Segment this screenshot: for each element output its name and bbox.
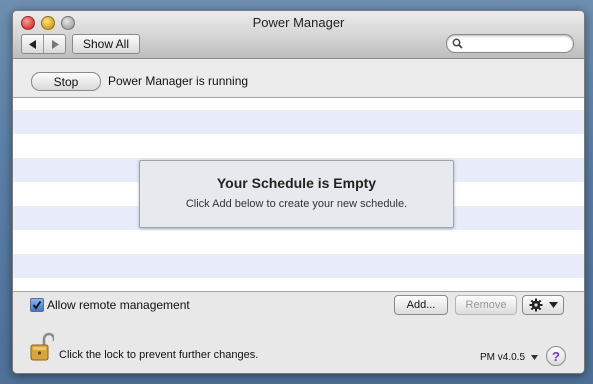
empty-schedule-panel: Your Schedule is Empty Click Add below t… [139, 160, 454, 228]
status-message: Power Manager is running [108, 74, 249, 88]
forward-button[interactable] [43, 35, 65, 53]
allow-remote-management-label[interactable]: Allow remote management [47, 298, 190, 312]
status-bar: Stop Power Manager is running [13, 59, 584, 96]
help-button[interactable]: ? [546, 346, 566, 366]
search-input[interactable] [465, 36, 565, 50]
window-title: Power Manager [252, 15, 345, 30]
checkmark-icon [32, 300, 42, 310]
forward-arrow-icon [51, 39, 59, 49]
stop-button[interactable]: Stop [31, 72, 101, 91]
chevron-down-icon [548, 302, 558, 308]
schedule-list[interactable]: Your Schedule is Empty Click Add below t… [13, 97, 584, 292]
add-button[interactable]: Add... [394, 295, 448, 315]
chevron-down-icon[interactable] [531, 355, 538, 360]
title-bar: Power Manager Show All [13, 11, 584, 59]
back-button[interactable] [22, 35, 43, 53]
search-icon [452, 38, 463, 49]
navigation-group [21, 34, 66, 54]
allow-remote-management-checkbox[interactable] [30, 298, 44, 312]
version-label[interactable]: PM v4.0.5 [480, 352, 525, 363]
action-menu-button[interactable] [522, 295, 564, 315]
back-arrow-icon [28, 39, 36, 49]
preferences-window: Power Manager Show All Stop Power Manage… [12, 10, 585, 374]
lock-icon [30, 332, 56, 361]
show-all-button[interactable]: Show All [72, 34, 140, 54]
remove-button[interactable]: Remove [455, 295, 517, 315]
empty-schedule-title: Your Schedule is Empty [216, 175, 377, 191]
gear-icon [529, 298, 542, 312]
lock-button[interactable] [30, 332, 56, 367]
footer-bar: Allow remote management Add... Remove Cl… [13, 292, 584, 373]
empty-schedule-subtitle: Click Add below to create your new sched… [185, 198, 408, 210]
lock-message: Click the lock to prevent further change… [59, 349, 259, 361]
search-field[interactable] [446, 34, 574, 53]
